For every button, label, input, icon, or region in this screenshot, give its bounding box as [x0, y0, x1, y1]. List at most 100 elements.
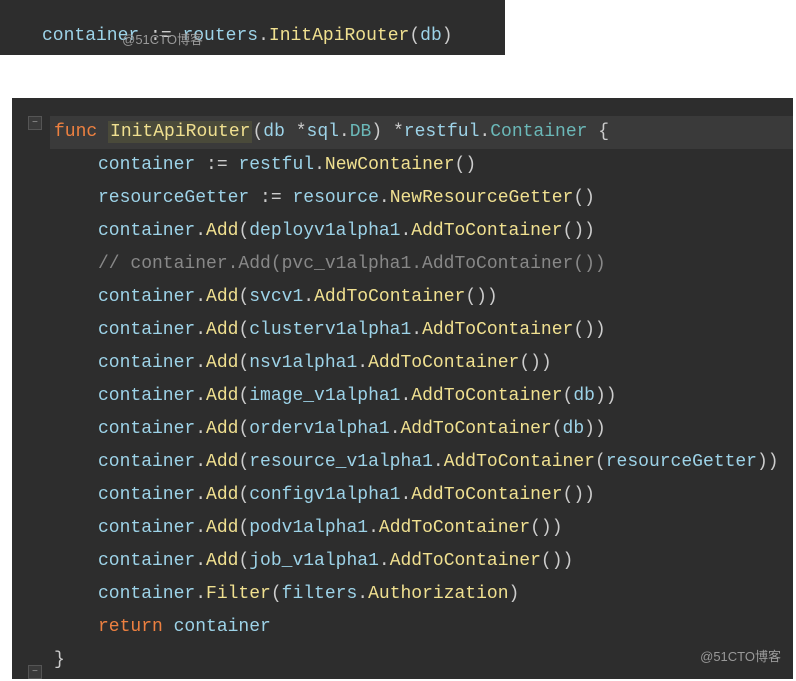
dot: .: [400, 485, 411, 505]
method: Add: [206, 518, 238, 538]
dot: .: [195, 221, 206, 241]
method: AddToContainer: [401, 419, 552, 439]
method: Authorization: [368, 584, 508, 604]
pkg: nsv1alpha1: [249, 353, 357, 373]
paren: (: [238, 419, 249, 439]
paren: (: [238, 551, 249, 571]
dot: .: [195, 485, 206, 505]
method: Filter: [206, 584, 271, 604]
method: Add: [206, 287, 238, 307]
paren: (: [238, 518, 249, 538]
paren: ()): [563, 485, 595, 505]
variable: container: [98, 287, 195, 307]
paren: ()): [519, 353, 551, 373]
dot: .: [195, 353, 206, 373]
method: Add: [206, 386, 238, 406]
paren: ()): [563, 221, 595, 241]
paren: ): [371, 122, 382, 142]
paren: ()): [541, 551, 573, 571]
method: NewResourceGetter: [390, 188, 574, 208]
operator: :=: [260, 188, 282, 208]
keyword: func: [54, 122, 97, 142]
comment: // container.Add(pvc_v1alpha1.AddToConta…: [98, 254, 606, 274]
dot: .: [195, 320, 206, 340]
pkg: podv1alpha1: [249, 518, 368, 538]
variable: container: [98, 551, 195, 571]
dot: .: [195, 419, 206, 439]
dot: .: [195, 287, 206, 307]
code-line: container := restful.NewContainer(): [12, 149, 793, 182]
dot: .: [314, 155, 325, 175]
method: AddToContainer: [314, 287, 465, 307]
code-line: container.Add(configv1alpha1.AddToContai…: [12, 479, 793, 512]
dot: .: [400, 221, 411, 241]
dot: .: [357, 353, 368, 373]
code-snippet-2: − − func InitApiRouter(db *sql.DB) *rest…: [12, 98, 793, 679]
paren: ()): [573, 320, 605, 340]
curly: {: [598, 122, 609, 142]
pkg: svcv1: [249, 287, 303, 307]
pkg: deployv1alpha1: [249, 221, 400, 241]
dot: .: [195, 452, 206, 472]
variable: container: [174, 617, 271, 637]
dot: .: [195, 551, 206, 571]
code-line: container.Add(clusterv1alpha1.AddToConta…: [12, 314, 793, 347]
method: InitApiRouter: [269, 26, 409, 46]
method: Add: [206, 485, 238, 505]
method: Add: [206, 551, 238, 571]
method: AddToContainer: [390, 551, 541, 571]
variable: container: [98, 353, 195, 373]
code-line: container.Filter(filters.Authorization): [12, 578, 793, 611]
paren: (: [409, 26, 420, 46]
dot: .: [303, 287, 314, 307]
param: resourceGetter: [606, 452, 757, 472]
dot: .: [433, 452, 444, 472]
pkg: configv1alpha1: [249, 485, 400, 505]
dot: .: [258, 26, 269, 46]
code-line: }: [12, 644, 793, 677]
paren: (: [271, 584, 282, 604]
dot: .: [195, 584, 206, 604]
code-line: container.Add(image_v1alpha1.AddToContai…: [12, 380, 793, 413]
method: AddToContainer: [368, 353, 519, 373]
method: Add: [206, 353, 238, 373]
pkg: restful: [404, 122, 480, 142]
fold-icon[interactable]: −: [28, 116, 42, 130]
paren: (: [238, 221, 249, 241]
paren: ()): [465, 287, 497, 307]
type: Container: [490, 122, 587, 142]
dot: .: [390, 419, 401, 439]
param: db: [563, 419, 585, 439]
paren: (: [238, 485, 249, 505]
fold-icon[interactable]: −: [28, 665, 42, 679]
dot: .: [195, 518, 206, 538]
pkg: sql: [307, 122, 339, 142]
paren: ): [509, 584, 520, 604]
variable: container: [98, 485, 195, 505]
keyword: return: [98, 617, 163, 637]
function-name: InitApiRouter: [108, 121, 252, 143]
paren: )): [584, 419, 606, 439]
code-line: container.Add(deployv1alpha1.AddToContai…: [12, 215, 793, 248]
star: *: [296, 122, 307, 142]
dot: .: [379, 188, 390, 208]
dot: .: [479, 122, 490, 142]
code-line: container := routers.InitApiRouter(db): [0, 20, 505, 53]
operator: :=: [206, 155, 228, 175]
code-line: container.Add(resource_v1alpha1.AddToCon…: [12, 446, 793, 479]
method: AddToContainer: [379, 518, 530, 538]
variable: container: [98, 155, 195, 175]
code-line: // container.Add(pvc_v1alpha1.AddToConta…: [12, 248, 793, 281]
method: Add: [206, 452, 238, 472]
code-line: resourceGetter := resource.NewResourceGe…: [12, 182, 793, 215]
code-line: container.Add(podv1alpha1.AddToContainer…: [12, 512, 793, 545]
pkg: job_v1alpha1: [249, 551, 379, 571]
param: db: [263, 122, 285, 142]
pkg: clusterv1alpha1: [249, 320, 411, 340]
paren: (: [238, 287, 249, 307]
code-line: return container: [12, 611, 793, 644]
code-line: func InitApiRouter(db *sql.DB) *restful.…: [12, 116, 793, 149]
paren: ()): [530, 518, 562, 538]
paren: (: [238, 452, 249, 472]
paren: ): [442, 26, 453, 46]
